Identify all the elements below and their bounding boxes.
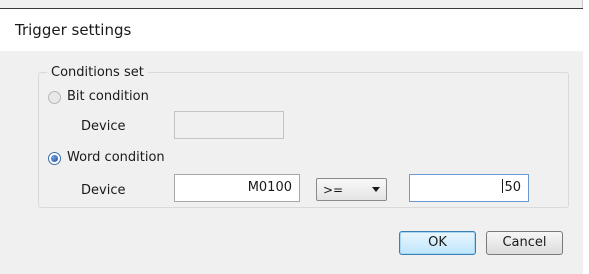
operator-dropdown-value: >= <box>323 183 344 197</box>
word-device-label: Device <box>81 183 126 198</box>
word-condition-radio[interactable] <box>48 152 61 165</box>
operator-dropdown[interactable]: >= <box>316 178 387 201</box>
bit-condition-radio[interactable] <box>48 91 61 104</box>
word-condition-label: Word condition <box>67 150 165 165</box>
dialog-title: Trigger settings <box>15 21 132 39</box>
word-device-field[interactable]: M0100 <box>174 174 300 202</box>
chevron-down-icon <box>372 187 380 192</box>
conditions-group-legend: Conditions set <box>47 65 148 80</box>
bit-condition-label: Bit condition <box>67 89 149 104</box>
bit-device-field[interactable] <box>174 111 284 139</box>
bit-device-label: Device <box>81 119 126 134</box>
trigger-settings-dialog: Trigger settings Conditions set Bit cond… <box>0 0 583 274</box>
cancel-button[interactable]: Cancel <box>486 231 563 255</box>
ok-button[interactable]: OK <box>399 231 476 255</box>
compare-value-text: 50 <box>504 180 521 195</box>
compare-value-field[interactable]: 50 <box>409 174 529 202</box>
